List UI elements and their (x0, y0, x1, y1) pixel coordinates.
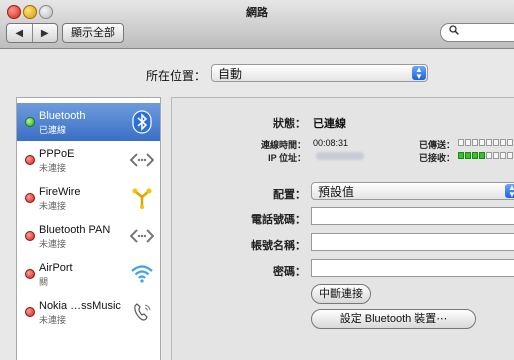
window-titlebar: 網路 ◀ ▶ 顯示全部 (0, 0, 514, 49)
account-name-field[interactable] (311, 233, 514, 251)
ip-address-value-redacted (316, 152, 364, 160)
service-status: 未連接 (39, 163, 67, 173)
nav-back-forward: ◀ ▶ (6, 23, 58, 43)
bluetooth-setup-button[interactable]: 設定 Bluetooth 裝置⋯ (311, 309, 476, 329)
meter-segment (507, 152, 513, 159)
service-status: 關 (39, 277, 49, 287)
window-title: 網路 (246, 7, 268, 19)
service-name: Bluetooth (39, 110, 86, 122)
phone-number-label: 電話號碼： (251, 214, 306, 226)
meter-segment (458, 139, 464, 146)
location-value: 自動 (218, 67, 243, 81)
location-select[interactable]: 自動 ▲ ▼ (211, 64, 428, 82)
meter-segment (479, 152, 485, 159)
status-dot-icon (25, 117, 35, 127)
status-dot-icon (25, 307, 35, 317)
service-name: FireWire (39, 186, 81, 198)
received-meter (458, 152, 514, 159)
status-label: 狀態： (273, 118, 306, 130)
service-item-pppoe[interactable]: PPPoE 未連接 (17, 141, 160, 179)
connection-time-label: 連線時間： (260, 140, 306, 150)
firewire-icon (130, 186, 154, 210)
connection-time-value: 00:08:31 (313, 138, 349, 148)
service-name: Nokia …ssMusic (39, 300, 121, 312)
service-list: Bluetooth 已連線 PPPoE 未連接 FireWire 未連接 Blu… (16, 97, 161, 360)
bluetooth-icon (130, 110, 154, 134)
ip-address-label: IP 位址： (268, 153, 306, 163)
service-name: AirPort (39, 262, 73, 274)
service-status: 未連接 (39, 239, 67, 249)
meter-segment (500, 139, 506, 146)
sent-label: 已傳送： (418, 140, 455, 150)
service-item-bluetooth-pan[interactable]: Bluetooth PAN 未連接 (17, 217, 160, 255)
service-name: Bluetooth PAN (39, 224, 111, 236)
password-field[interactable] (311, 259, 514, 277)
status-value: 已連線 (313, 118, 346, 130)
configuration-value: 預設值 (318, 185, 355, 199)
status-dot-icon (25, 269, 35, 279)
configuration-label: 配置： (273, 189, 306, 201)
meter-segment (465, 152, 471, 159)
back-button[interactable]: ◀ (7, 24, 32, 42)
service-item-airport[interactable]: AirPort 關 (17, 255, 160, 293)
phone-icon (130, 300, 154, 324)
meter-segment (486, 139, 492, 146)
meter-segment (465, 139, 471, 146)
meter-segment (458, 152, 464, 159)
forward-button[interactable]: ▶ (31, 24, 58, 42)
service-name: PPPoE (39, 148, 75, 160)
location-label: 所在位置： (146, 69, 207, 83)
disconnect-button[interactable]: 中斷連接 (311, 284, 371, 304)
password-label: 密碼： (273, 266, 306, 278)
meter-segment (500, 152, 506, 159)
select-arrows-icon: ▲ ▼ (505, 184, 514, 199)
service-item-firewire[interactable]: FireWire 未連接 (17, 179, 160, 217)
service-status: 已連線 (39, 125, 67, 135)
meter-segment (507, 139, 513, 146)
back-icon: ◀ (15, 27, 24, 39)
service-item-bluetooth[interactable]: Bluetooth 已連線 (17, 103, 160, 141)
meter-segment (472, 139, 478, 146)
search-input[interactable] (440, 23, 514, 42)
service-status: 未連接 (39, 201, 67, 211)
select-arrows-icon: ▲ ▼ (412, 66, 426, 81)
status-dot-icon (25, 155, 35, 165)
ethernet-arrows-icon (130, 224, 154, 248)
phone-number-field[interactable] (311, 207, 514, 225)
meter-segment (493, 152, 499, 159)
search-icon (449, 25, 459, 38)
service-status: 未連接 (39, 315, 67, 325)
show-all-button[interactable]: 顯示全部 (62, 23, 124, 43)
status-dot-icon (25, 193, 35, 203)
ethernet-arrows-icon (130, 148, 154, 172)
status-dot-icon (25, 231, 35, 241)
meter-segment (493, 139, 499, 146)
meter-segment (479, 139, 485, 146)
received-label: 已接收： (418, 153, 455, 163)
sent-meter (458, 139, 514, 146)
service-item-nokia[interactable]: Nokia …ssMusic 未連接 (17, 293, 160, 331)
meter-segment (486, 152, 492, 159)
wifi-icon (130, 262, 154, 286)
meter-segment (472, 152, 478, 159)
configuration-select[interactable]: 預設值 ▲ ▼ (311, 182, 514, 200)
forward-icon: ▶ (40, 27, 49, 39)
account-name-label: 帳號名稱： (251, 240, 306, 252)
